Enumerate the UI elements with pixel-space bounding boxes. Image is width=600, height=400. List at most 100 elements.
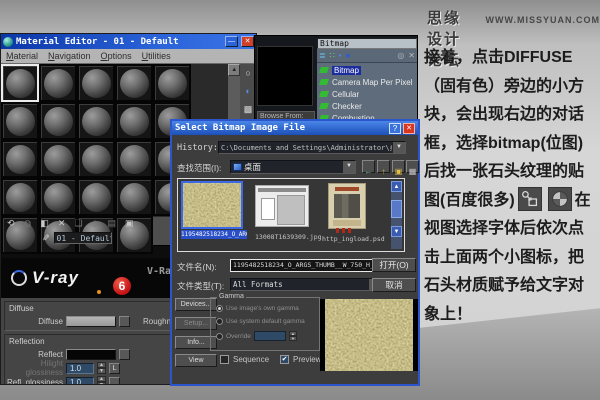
minimize-button[interactable]: — [225, 36, 238, 47]
sample-slot[interactable] [115, 216, 153, 254]
assign-material-to-selection-icon[interactable]: ◧ [40, 219, 49, 228]
reset-material-icon[interactable]: ✕ [58, 219, 66, 228]
checkbox-icon[interactable] [220, 355, 229, 364]
view-menu-button[interactable]: ▦ [406, 160, 419, 176]
history-combo[interactable]: C:\Documents and Settings\Administrator\… [218, 141, 406, 154]
material-editor-titlebar[interactable]: Material Editor - 01 - Default — ✕ [1, 34, 256, 49]
gamma-option-1[interactable]: Use system default gamma [216, 318, 305, 325]
delete-from-library-icon[interactable]: ✕ [408, 51, 415, 60]
reflect-color-swatch[interactable] [66, 348, 116, 360]
make-unique-icon[interactable]: ◇ [92, 219, 99, 228]
sample-slot[interactable] [39, 102, 77, 140]
radio-icon[interactable] [216, 332, 223, 340]
sample-slot[interactable] [39, 140, 77, 178]
sample-slot[interactable] [39, 178, 77, 216]
gamma-option-0[interactable]: Use image's own gamma [216, 305, 299, 312]
sample-slot[interactable] [39, 64, 77, 102]
dialog-title: Select Bitmap Image File [175, 123, 306, 133]
map-type-bitmap[interactable]: Bitmap [317, 64, 417, 76]
lookin-dropdown-icon[interactable]: ▼ [342, 161, 355, 173]
put-material-to-scene-icon[interactable]: ◍ [24, 219, 32, 228]
view-button[interactable]: View [175, 354, 217, 367]
sample-slot[interactable] [77, 64, 115, 102]
get-material-icon[interactable]: ⟲ [7, 219, 15, 228]
make-material-copy-icon[interactable]: ❏ [74, 219, 82, 228]
radio-icon[interactable] [216, 318, 223, 325]
lookin-combo[interactable]: 桌面 ▼ [230, 160, 356, 174]
sample-slot[interactable] [115, 64, 153, 102]
scroll-up-icon[interactable]: ▲ [391, 181, 402, 192]
file-thumb-selected[interactable]: 1195482518234_O_ARGS [181, 181, 247, 239]
hilight-spinner[interactable]: ▲ ▼ [97, 362, 106, 374]
sample-slot[interactable] [1, 102, 39, 140]
sample-slot[interactable] [77, 140, 115, 178]
sample-slot[interactable] [1, 140, 39, 178]
up-folder-icon: ↑ [381, 167, 386, 176]
thumbnail-scrollbar[interactable]: ▲ ▼ [391, 181, 402, 249]
pick-material-eyedropper-icon[interactable]: ✎ [39, 234, 50, 242]
menu-utilities[interactable]: Utilities [142, 51, 171, 61]
map-search-field[interactable]: Bitmap [317, 38, 417, 49]
open-button[interactable]: 打开(O) [372, 258, 416, 272]
view-list-details-icon[interactable]: ∷ [330, 51, 335, 60]
new-folder-button[interactable]: ▣ [392, 160, 405, 176]
menu-options[interactable]: Options [101, 51, 132, 61]
gamma-option-2[interactable]: Override ▲ ▼ [216, 331, 297, 341]
map-type-camera-map-per-pixel[interactable]: Camera Map Per Pixel [317, 76, 417, 88]
preview-checkbox[interactable]: ✔ Preview [280, 355, 321, 364]
override-value-field[interactable] [253, 331, 286, 341]
scroll-down-icon[interactable]: ▼ [391, 226, 402, 237]
cancel-button[interactable]: 取消 [372, 278, 416, 292]
scroll-up-icon[interactable]: ▲ [228, 64, 241, 76]
tutorial-collage: 思缘设计论坛 WWW.MISSYUAN.COM Material Editor … [0, 0, 600, 400]
up-one-level-button[interactable]: ↑ [377, 160, 390, 176]
sample-slot[interactable] [77, 178, 115, 216]
file-thumb-2[interactable]: 13008T1639309.jpg [255, 185, 322, 241]
view-small-icon[interactable]: • [339, 51, 342, 60]
view-list-icon[interactable]: ≣ [319, 51, 326, 60]
hilight-glossiness-value[interactable]: 1.0 [66, 362, 94, 374]
back-button[interactable]: ← [362, 160, 375, 176]
reflect-map-button[interactable] [119, 348, 130, 360]
background-checker-icon[interactable]: ▩ [244, 105, 253, 114]
put-to-library-icon[interactable]: ▤ [107, 219, 116, 228]
backlight-icon[interactable]: ◐ [245, 87, 250, 96]
hilight-lock-button[interactable]: L [109, 362, 120, 374]
refl-map-button[interactable] [109, 376, 120, 384]
sample-type-sphere-icon[interactable]: ○ [245, 69, 250, 78]
view-large-icon[interactable]: ● [346, 51, 351, 60]
menu-navigation[interactable]: Navigation [48, 51, 91, 61]
sample-slot[interactable] [115, 140, 153, 178]
filename-field[interactable]: 1195482518234_O_ARGS_THUMB__W_750_H_550 [230, 259, 382, 272]
show-map-in-viewport-icon[interactable]: ▣ [125, 219, 134, 228]
map-type-checker[interactable]: Checker [317, 100, 417, 112]
close-button[interactable]: ✕ [241, 36, 254, 47]
filetype-combo[interactable]: All Formats ▼ [230, 278, 382, 291]
material-name-field[interactable]: 01 - Default [53, 231, 112, 244]
radio-icon[interactable] [216, 305, 223, 312]
dialog-titlebar[interactable]: Select Bitmap Image File ? ✕ [172, 121, 418, 135]
refl-glossiness-value[interactable]: 1.0 [66, 376, 94, 384]
diffuse-color-swatch[interactable] [66, 315, 116, 327]
sample-slot[interactable] [1, 64, 39, 102]
sample-slot[interactable] [115, 102, 153, 140]
menu-material[interactable]: Material [6, 51, 38, 61]
sample-slot[interactable] [1, 178, 39, 216]
diffuse-map-button[interactable] [119, 315, 130, 327]
update-scene-icon[interactable]: ◎ [397, 51, 404, 60]
checkbox-checked-icon[interactable]: ✔ [280, 355, 289, 364]
sample-slot[interactable] [153, 64, 191, 102]
file-thumb-3[interactable]: http_ingload.psd [322, 183, 386, 243]
sample-slot[interactable] [77, 102, 115, 140]
sequence-checkbox[interactable]: Sequence [220, 355, 269, 364]
history-dropdown-icon[interactable]: ▼ [392, 142, 405, 153]
refl-spinner[interactable]: ▲ ▼ [97, 376, 106, 384]
help-button[interactable]: ? [389, 122, 401, 134]
dialog-close-button[interactable]: ✕ [403, 122, 415, 134]
scroll-thumb[interactable] [391, 200, 402, 218]
sample-slot[interactable] [115, 178, 153, 216]
material-map-browser-window: Browse From: Bitmap ≣ ∷ • ● ◎ ✕ Bitmap Ca… [254, 35, 418, 130]
map-type-cellular[interactable]: Cellular [317, 88, 417, 100]
override-spinner[interactable]: ▲ ▼ [288, 331, 297, 341]
material-sphere [5, 144, 35, 174]
